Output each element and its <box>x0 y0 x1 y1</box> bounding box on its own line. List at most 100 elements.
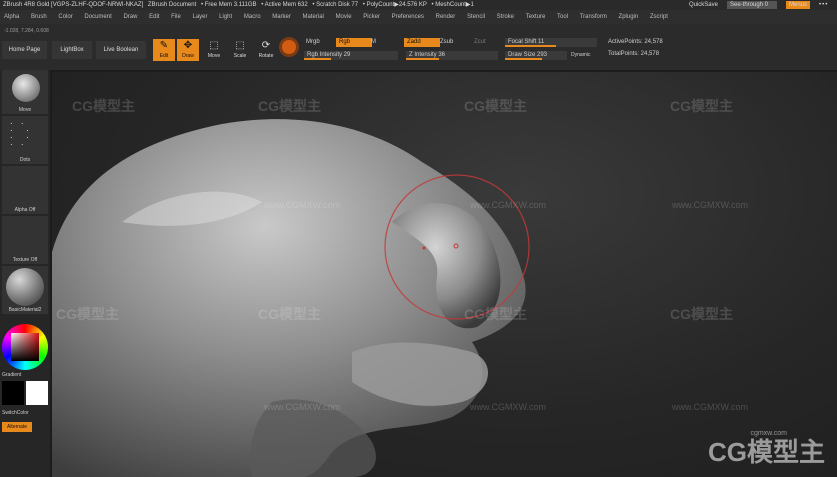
alpha-slot[interactable]: Alpha Off <box>2 166 48 214</box>
m-button[interactable]: M <box>371 39 376 45</box>
zsub-button[interactable]: Zsub <box>440 39 453 45</box>
stroke-name: Dots <box>19 157 31 163</box>
z-intensity-slider[interactable]: Z Intensity 36 <box>406 51 498 60</box>
menu-stroke[interactable]: Stroke <box>497 14 514 20</box>
brush-slot[interactable]: Move <box>2 70 48 114</box>
menu-stencil[interactable]: Stencil <box>467 14 485 20</box>
menu-document[interactable]: Document <box>84 14 111 20</box>
watermark-logo-5: CG模型主 <box>56 306 119 322</box>
z-intensity-fill <box>406 58 440 60</box>
stroke-slot[interactable]: · · · · · · · · Dots <box>2 116 48 164</box>
rgb-button[interactable]: Rgb <box>336 38 372 47</box>
menu-edit[interactable]: Edit <box>149 14 159 20</box>
scratch-disk: • Scratch Disk 77 <box>312 2 359 8</box>
dots-stroke-icon: · · · · · · · · <box>10 119 32 149</box>
menu-zplugin[interactable]: Zplugin <box>619 14 639 20</box>
quicksave-button[interactable]: QuickSave <box>689 0 718 10</box>
menu-picker[interactable]: Picker <box>363 14 380 20</box>
edit-button[interactable]: ✎ Edit <box>153 39 175 61</box>
sculpt-canvas[interactable] <box>52 72 837 477</box>
material-slot[interactable]: BasicMaterial2 <box>2 266 48 314</box>
menu-transform[interactable]: Transform <box>580 14 607 20</box>
switch-color-button[interactable]: SwitchColor <box>2 410 48 416</box>
left-tray: Move · · · · · · · · Dots Alpha Off Texture… <box>0 70 50 477</box>
lightbox-tab[interactable]: LightBox <box>52 41 92 59</box>
scale-button[interactable]: ⬚ Scale <box>229 39 251 61</box>
focal-shift-slider[interactable]: Focal Shift 11 <box>505 38 597 47</box>
color-picker[interactable] <box>2 324 48 370</box>
material-name: BasicMaterial2 <box>8 307 42 313</box>
scale-label: Scale <box>233 53 247 59</box>
watermark-url-5: www.CGMXW.com <box>470 402 547 412</box>
texture-slot[interactable]: Texture Off <box>2 216 48 264</box>
move-button[interactable]: ⬚ Move <box>203 39 225 61</box>
menus-button[interactable]: Menus <box>785 1 810 9</box>
focal-shift-fill <box>505 45 556 47</box>
active-points: ActivePoints: 24,578 <box>608 39 663 45</box>
watermark-logo-6: CG模型主 <box>258 306 321 322</box>
poly-count: • PolyCount▶24.576 KP <box>362 2 427 8</box>
watermark-logo-3: CG模型主 <box>464 98 527 114</box>
move-brush-icon <box>12 74 40 102</box>
draw-label: Draw <box>182 53 194 59</box>
texture-name: Texture Off <box>12 257 38 263</box>
menu-macro[interactable]: Macro <box>244 14 261 20</box>
menu-preferences[interactable]: Preferences <box>392 14 424 20</box>
total-points: TotalPoints: 24,578 <box>608 51 660 57</box>
saturation-square[interactable] <box>11 333 39 361</box>
watermark-logo-1: CG模型主 <box>72 98 135 114</box>
zadd-button[interactable]: Zadd <box>404 38 440 47</box>
rotate-icon: ⟳ <box>261 40 271 51</box>
brush-color-swatch[interactable] <box>279 37 299 57</box>
menu-movie[interactable]: Movie <box>336 14 352 20</box>
brush-name: Move <box>18 107 32 113</box>
mrgb-button[interactable]: Mrgb <box>306 39 320 45</box>
draw-size-slider[interactable]: Draw Size 293 <box>505 51 567 60</box>
free-mem: • Free Mem 3.111GB <box>200 2 257 8</box>
menu-zscript[interactable]: Zscript <box>650 14 668 20</box>
watermark-logo-2: CG模型主 <box>258 98 321 114</box>
rotate-label: Rotate <box>258 53 274 59</box>
menu-bar: Alpha Brush Color Document Draw Edit Fil… <box>0 10 837 24</box>
draw-icon: ✥ <box>183 40 193 51</box>
menu-color[interactable]: Color <box>58 14 72 20</box>
active-mem: • Active Mem 632 <box>261 2 308 8</box>
mesh-count: • MeshCount▶1 <box>431 2 474 8</box>
menu-render[interactable]: Render <box>436 14 456 20</box>
alternate-button[interactable]: Alternate <box>2 422 32 432</box>
menu-draw[interactable]: Draw <box>123 14 137 20</box>
rotate-button[interactable]: ⟳ Rotate <box>255 39 277 61</box>
home-page-tab[interactable]: Home Page <box>2 41 47 59</box>
draw-button[interactable]: ✥ Draw <box>177 39 199 61</box>
watermark-big-logo: CG模型主 <box>707 437 825 467</box>
live-boolean-tab[interactable]: Live Boolean <box>96 41 146 59</box>
menu-tool[interactable]: Tool <box>557 14 568 20</box>
material-sphere-icon <box>6 268 44 306</box>
canvas-viewport[interactable]: CG模型主 CG模型主 CG模型主 CG模型主 www.CGMXW.com ww… <box>52 72 837 477</box>
rgb-intensity-slider[interactable]: Rgb Intensity 29 <box>304 51 398 60</box>
edit-icon: ✎ <box>159 40 169 51</box>
watermark-url-4: www.CGMXW.com <box>264 402 341 412</box>
menu-file[interactable]: File <box>171 14 181 20</box>
watermark-url-6: www.CGMXW.com <box>672 402 749 412</box>
secondary-color-swatch[interactable] <box>26 381 48 405</box>
menu-material[interactable]: Material <box>303 14 324 20</box>
draw-size-fill <box>505 58 543 60</box>
menu-light[interactable]: Light <box>219 14 232 20</box>
menu-brush[interactable]: Brush <box>31 14 47 20</box>
top-toolbar: -1.028, 7.284, 0.608 Home Page LightBox … <box>0 24 837 70</box>
dynamic-toggle[interactable]: Dynamic <box>571 52 590 58</box>
zcut-button[interactable]: Zcut <box>474 39 486 45</box>
menu-texture[interactable]: Texture <box>526 14 546 20</box>
watermark-url-1: www.CGMXW.com <box>264 200 341 210</box>
gradient-label: Gradient <box>2 372 22 378</box>
edit-label: Edit <box>159 53 169 59</box>
document-title: ZBrush Document <box>147 2 197 8</box>
main-color-swatch[interactable] <box>2 381 24 405</box>
menu-marker[interactable]: Marker <box>272 14 291 20</box>
menu-alpha[interactable]: Alpha <box>4 14 19 20</box>
watermark-logo-7: CG模型主 <box>464 306 527 322</box>
window-controls[interactable]: ••• <box>819 0 837 10</box>
menu-layer[interactable]: Layer <box>192 14 207 20</box>
see-through-slider[interactable]: See-through 0 <box>726 1 777 9</box>
